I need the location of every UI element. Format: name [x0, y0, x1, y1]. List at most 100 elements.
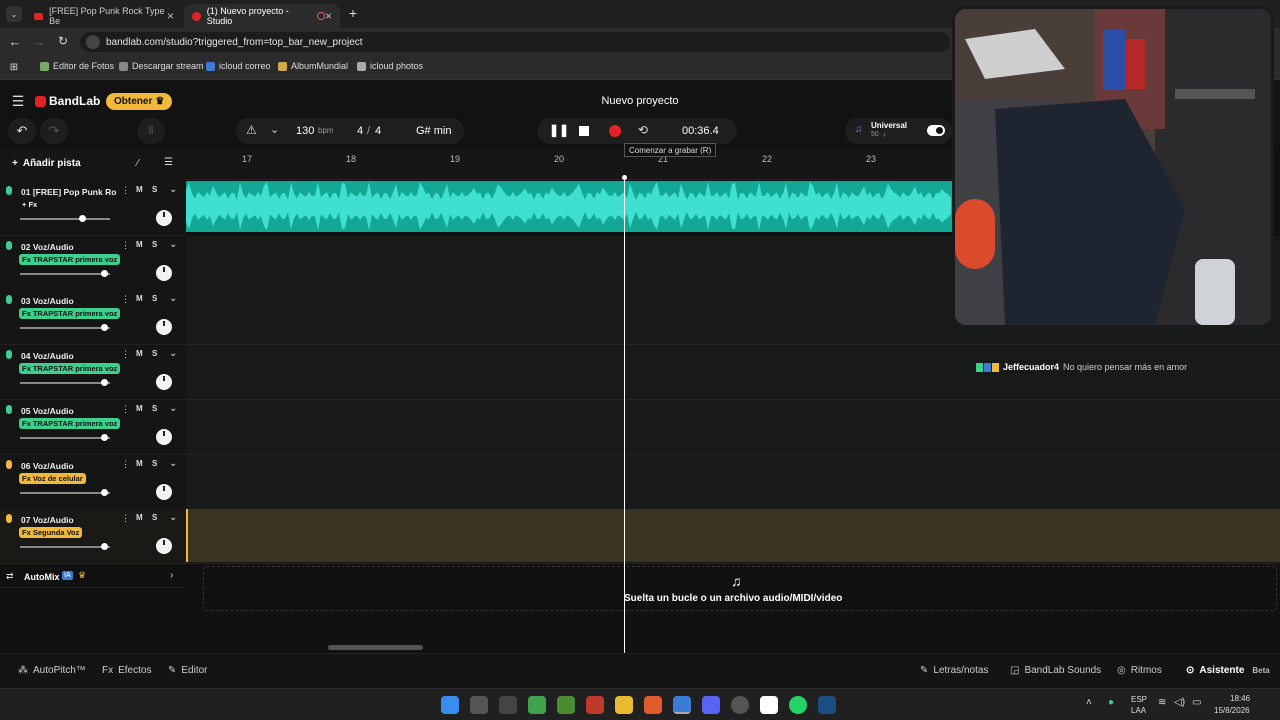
tab-youtube[interactable]: [FREE] Pop Punk Rock Type Be × [26, 4, 182, 28]
fx-chip[interactable]: Fx TRAPSTAR primera voz [19, 363, 121, 374]
bandlab-logo[interactable]: BandLab [35, 94, 100, 108]
drop-zone[interactable]: ♫ Suelta un bucle o un archivo audio/MID… [203, 566, 1277, 611]
efectos-button[interactable]: Fx Efectos [102, 665, 151, 676]
tab-list-button[interactable]: ⌄ [6, 6, 22, 22]
undo-button[interactable]: ↶ [8, 118, 36, 144]
volume-slider[interactable] [20, 434, 110, 441]
time-signature-den[interactable]: 4 [375, 125, 381, 137]
track-lane[interactable] [186, 455, 1280, 510]
volume-slider[interactable] [20, 379, 110, 386]
track-name[interactable]: 06 Voz/Audio [21, 461, 116, 471]
track-lane[interactable] [186, 400, 1280, 455]
clock-time[interactable]: 18:46 [1230, 694, 1250, 703]
horizontal-scrollbar[interactable] [328, 645, 423, 650]
chevron-down-icon[interactable]: ⌄ [169, 348, 177, 359]
brave-icon[interactable] [644, 696, 662, 714]
volume-knob[interactable] [101, 324, 108, 331]
volume-knob[interactable] [101, 270, 108, 277]
solo-button[interactable]: S [152, 185, 157, 194]
mute-button[interactable]: M [136, 349, 143, 358]
track-header[interactable]: 04 Voz/Audio ⋮ M S ⌄ Fx TRAPSTAR primera voz [0, 345, 186, 400]
chrome-icon[interactable] [673, 696, 691, 714]
back-icon[interactable]: ← [8, 34, 22, 49]
track-menu-icon[interactable]: ⋮ [121, 349, 130, 360]
windows-start-icon[interactable] [441, 696, 459, 714]
chevron-down-icon[interactable]: ⌄ [169, 512, 177, 523]
bookmark-editor-fotos[interactable]: Editor de Fotos [40, 61, 114, 71]
track-lane[interactable] [186, 345, 1280, 400]
key-value[interactable]: G# min [416, 125, 451, 137]
fx-chip[interactable]: + Fx [19, 199, 40, 210]
track-header[interactable]: 03 Voz/Audio ⋮ M S ⌄ Fx TRAPSTAR primera voz [0, 290, 186, 345]
time-signature-num[interactable]: 4 [357, 125, 363, 137]
track-header[interactable]: 07 Voz/Audio ⋮ M S ⌄ Fx Segunda Voz [0, 509, 186, 564]
chevron-down-icon[interactable]: ⌄ [169, 293, 177, 304]
forward-icon[interactable]: → [32, 34, 46, 49]
mastering-group[interactable]: ♫ Universal 50 › [845, 118, 952, 144]
discord-icon[interactable] [702, 696, 720, 714]
microphone-icon[interactable] [6, 460, 12, 469]
bookmark-albummundial[interactable]: AlbumMundial [278, 61, 348, 71]
letras-notas-button[interactable]: ✎ Letras/notas [920, 665, 988, 676]
solo-button[interactable]: S [152, 459, 157, 468]
audio-region-waveform[interactable] [186, 181, 952, 232]
ritmos-button[interactable]: ◎ Ritmos [1117, 665, 1162, 676]
bpm-value[interactable]: 130 [296, 125, 314, 137]
close-tab-icon[interactable]: × [167, 9, 174, 23]
solo-button[interactable]: S [152, 404, 157, 413]
playhead[interactable] [622, 175, 627, 653]
pan-knob[interactable] [156, 429, 172, 445]
pan-knob[interactable] [156, 538, 172, 554]
pan-knob[interactable] [156, 374, 172, 390]
menu-icon[interactable]: ☰ [10, 93, 26, 109]
bandlab-sounds-button[interactable]: ◲ BandLab Sounds [1010, 665, 1101, 676]
store-icon[interactable] [499, 696, 517, 714]
track-menu-icon[interactable]: ⋮ [121, 404, 130, 415]
mixer-button[interactable]: ⦀ [137, 118, 165, 144]
solo-button[interactable]: S [152, 294, 157, 303]
bookmark-icloud-photos[interactable]: icloud photos [357, 61, 423, 71]
track-header[interactable]: 05 Voz/Audio ⋮ M S ⌄ Fx TRAPSTAR primera voz [0, 400, 186, 455]
chevron-right-icon[interactable]: › [170, 570, 173, 581]
mute-button[interactable]: M [136, 459, 143, 468]
track-header[interactable]: 02 Voz/Audio ⋮ M S ⌄ Fx TRAPSTAR primera voz [0, 236, 186, 291]
microphone-icon[interactable] [6, 295, 12, 304]
volume-knob[interactable] [101, 489, 108, 496]
bookmark-icloud-correo[interactable]: icloud correo [206, 61, 271, 71]
site-info-icon[interactable] [86, 35, 100, 49]
record-icon[interactable] [609, 125, 621, 137]
battery-icon[interactable]: ▭ [1192, 697, 1201, 708]
volume-slider[interactable] [20, 215, 110, 222]
obs-icon[interactable] [731, 696, 749, 714]
solo-button[interactable]: S [152, 349, 157, 358]
project-title[interactable]: Nuevo proyecto [560, 95, 720, 107]
volume-slider[interactable] [20, 489, 110, 496]
url-field[interactable]: bandlab.com/studio?triggered_from=top_ba… [80, 32, 950, 52]
microphone-icon[interactable] [6, 405, 12, 414]
reload-icon[interactable]: ↻ [56, 34, 70, 48]
obtener-button[interactable]: Obtener ♛ [106, 93, 173, 110]
pan-knob[interactable] [156, 210, 172, 226]
clock-date[interactable]: 15/8/2026 [1214, 706, 1250, 715]
mute-button[interactable]: M [136, 240, 143, 249]
add-track-button[interactable]: + Añadir pista [12, 158, 81, 169]
fx-chip[interactable]: Fx Segunda Voz [19, 527, 83, 538]
new-tab-button[interactable]: + [346, 5, 360, 21]
chevron-down-icon[interactable]: ⌄ [169, 239, 177, 250]
automix-row[interactable]: ⇄ AutoMix IA ♛ › [0, 566, 186, 588]
mastering-toggle[interactable] [927, 125, 945, 136]
timeline-ruler[interactable]: 17 18 19 20 21 22 23 [186, 150, 952, 180]
loop-icon[interactable]: ⟲ [638, 123, 648, 137]
steam-icon[interactable] [818, 696, 836, 714]
solo-button[interactable]: S [152, 240, 157, 249]
volume-slider[interactable] [20, 543, 110, 550]
asistente-button[interactable]: ⊙ Asistente Beta [1186, 665, 1270, 676]
mute-button[interactable]: M [136, 294, 143, 303]
language-indicator[interactable]: ESP [1131, 695, 1147, 704]
fx-chip[interactable]: Fx TRAPSTAR primera voz [19, 418, 121, 429]
chevron-up-icon[interactable]: ˄ [1086, 697, 1092, 708]
chevron-down-icon[interactable]: ⌄ [169, 458, 177, 469]
whatsapp-icon[interactable] [789, 696, 807, 714]
autopitch-button[interactable]: ⁂ AutoPitch™ [18, 665, 86, 676]
redo-button[interactable]: ↷ [40, 118, 68, 144]
